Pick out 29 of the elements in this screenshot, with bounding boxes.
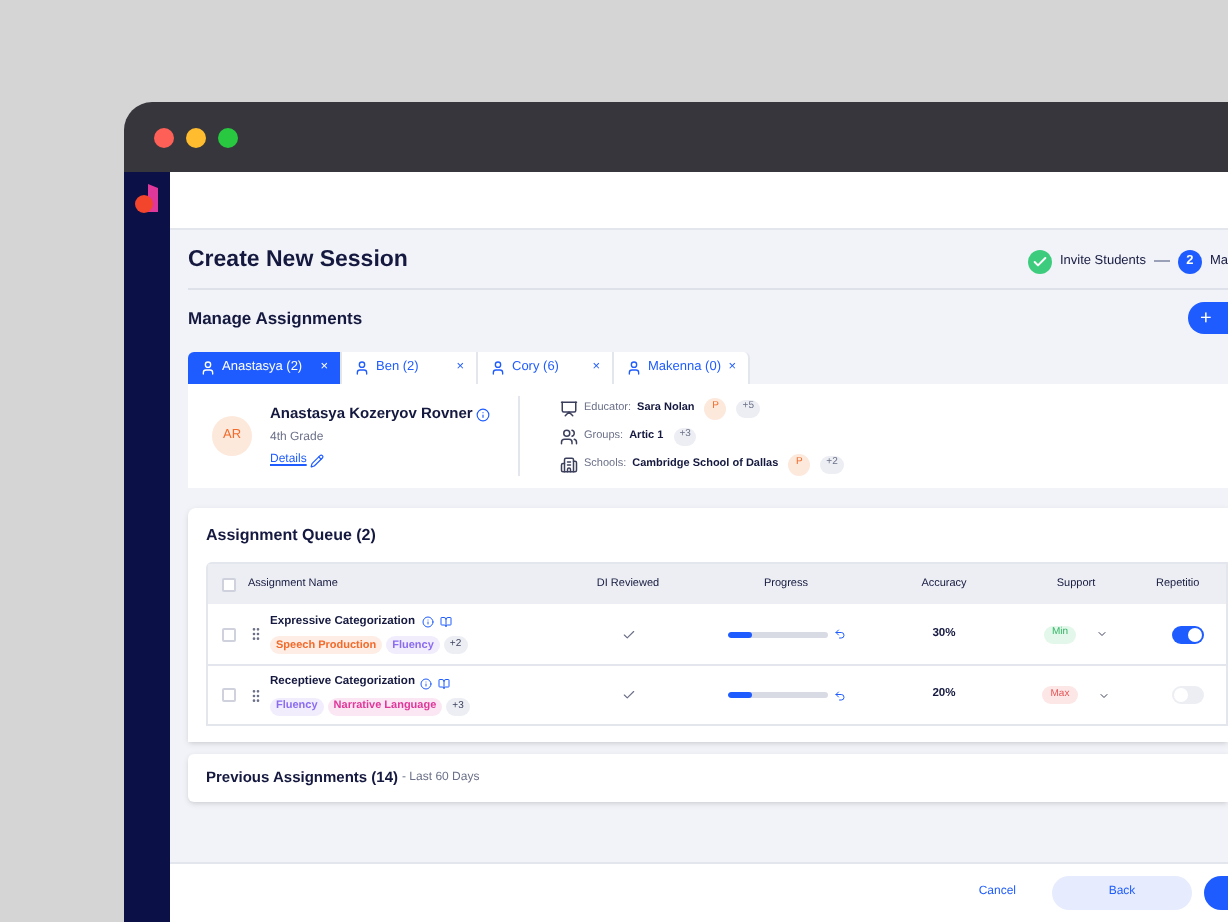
- book-icon[interactable]: [439, 616, 451, 628]
- book-icon[interactable]: [438, 677, 451, 689]
- dropdown-caret-icon[interactable]: [1096, 628, 1109, 640]
- drag-handle-icon[interactable]: [248, 687, 264, 703]
- edit-icon[interactable]: [310, 453, 325, 468]
- repetition-toggle[interactable]: [1172, 625, 1204, 643]
- info-icon[interactable]: [476, 407, 491, 421]
- info-icon[interactable]: [421, 616, 433, 628]
- info-icon[interactable]: [420, 677, 433, 689]
- section-title: Manage Assignments: [188, 305, 363, 331]
- undo-icon[interactable]: [833, 628, 845, 640]
- add-assignment-button[interactable]: +: [1188, 302, 1228, 334]
- user-icon: [200, 360, 216, 376]
- user-icon: [626, 360, 642, 376]
- undo-icon[interactable]: [833, 689, 845, 701]
- groups-icon: [560, 427, 578, 445]
- dropdown-caret-icon[interactable]: [1097, 689, 1110, 701]
- drag-handle-icon[interactable]: [248, 626, 264, 642]
- select-all-checkbox[interactable]: [221, 577, 235, 591]
- next-button[interactable]: [1204, 876, 1228, 910]
- logo-icon[interactable]: [133, 182, 161, 214]
- page-title: Create New Session: [188, 245, 408, 276]
- row-checkbox[interactable]: [221, 627, 235, 641]
- educator-icon: [560, 399, 578, 417]
- row-checkbox[interactable]: [221, 688, 235, 702]
- user-icon: [354, 360, 370, 376]
- schools-icon: [560, 455, 578, 473]
- user-icon: [490, 360, 506, 376]
- queue-title: Assignment Queue (2): [206, 523, 376, 547]
